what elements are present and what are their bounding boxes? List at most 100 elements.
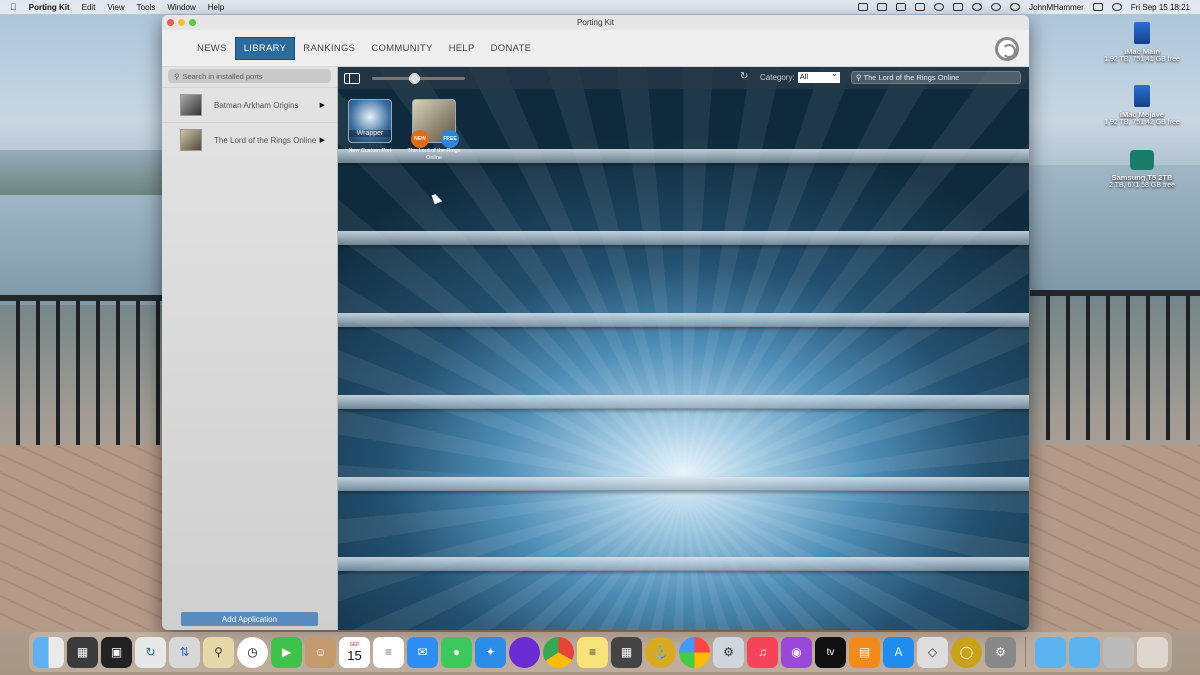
menu-user[interactable]: JohnMHammer [1029, 3, 1084, 12]
window-title: Porting Kit [577, 18, 614, 27]
menu-help[interactable]: Help [208, 3, 224, 12]
category-select[interactable]: All [797, 69, 840, 83]
drive-info: 1.92 TB, 751.41 GB free [1104, 56, 1180, 63]
dock-contacts-icon[interactable]: ☺ [305, 636, 336, 668]
port-name: Batman Arkham Origins [214, 100, 299, 110]
dock-books-icon[interactable]: ▤ [849, 636, 880, 668]
category-label: Category: [760, 73, 795, 82]
sidebar-toggle-icon[interactable] [344, 72, 360, 84]
shelf [338, 557, 1029, 571]
tab-news[interactable]: NEWS [189, 38, 235, 59]
dock: ▦ ▣ ↻ ⇅ ⚲ ◷ ▶ ☺ SEP 15 ≡ ✉ ● ✦ ≡ ▦ ⚓ ⚙ ♫… [29, 632, 1172, 672]
library-item-lotro[interactable]: NEW FREE The Lord of the Rings Online [404, 99, 464, 161]
dock-porting-kit-icon[interactable]: ↻ [135, 636, 166, 668]
dock-messages-icon[interactable]: ● [441, 636, 472, 668]
shelf [338, 477, 1029, 491]
dock-app-store-icon[interactable]: A [883, 636, 914, 668]
drive-icon [1134, 85, 1150, 107]
shelf [338, 231, 1029, 245]
sidebar-search-input[interactable]: ⚲ Search in installed ports [168, 69, 331, 83]
desktop-drive-samsung[interactable]: Samsung T5 2TB 2 TB, 671.58 GB free [1097, 150, 1187, 189]
menu-edit[interactable]: Edit [82, 3, 96, 12]
port-item-lotro[interactable]: The Lord of the Rings Online ▶ [162, 122, 337, 157]
desktop-drive-imac-main[interactable]: iMac Main 1.92 TB, 751.41 GB free [1097, 22, 1187, 63]
dock-facetime-icon[interactable]: ▶ [271, 636, 302, 668]
wifi-icon[interactable] [1010, 3, 1021, 11]
dock-preview-icon[interactable]: ⚲ [203, 636, 234, 668]
menu-window[interactable]: Window [167, 3, 195, 12]
installed-ports-sidebar: ⚲ Search in installed ports Batman Arkha… [162, 67, 338, 630]
dock-launchpad-icon[interactable]: ▦ [67, 636, 98, 668]
dock-system-preferences-icon[interactable]: ⚙ [985, 636, 1016, 668]
dock-screenshot-stack-icon[interactable] [1103, 636, 1134, 668]
dock-podcasts-icon[interactable]: ◉ [781, 636, 812, 668]
game-art-icon: NEW FREE [411, 99, 459, 148]
time-machine-icon[interactable] [972, 3, 983, 11]
add-application-button[interactable]: Add Application [181, 612, 318, 626]
desktop-water [0, 195, 162, 305]
dock-disk-utility-icon[interactable]: ⚙ [713, 636, 744, 668]
dock-mail-icon[interactable]: ✉ [407, 636, 438, 668]
play-arrow-icon[interactable]: ▶ [320, 136, 325, 144]
siri-icon[interactable] [1111, 3, 1122, 11]
tab-library[interactable]: LIBRARY [234, 36, 296, 60]
close-window-button[interactable] [167, 19, 174, 26]
icon-size-slider[interactable] [372, 72, 465, 84]
dock-reminders-icon[interactable]: ≡ [373, 636, 404, 668]
porting-kit-logo-icon[interactable] [995, 37, 1019, 61]
minimize-window-button[interactable] [178, 19, 185, 26]
slider-knob[interactable] [408, 72, 420, 84]
screen-share-icon[interactable] [877, 3, 888, 11]
dock-migration-icon[interactable]: ⇅ [169, 636, 200, 668]
control-center-icon[interactable] [1092, 3, 1103, 11]
drive-name: iMac Main [1124, 47, 1160, 56]
dock-chrome-icon[interactable] [543, 636, 574, 668]
desktop-pavement [0, 445, 162, 630]
wrapper-art-label: Wrapper [349, 130, 391, 137]
dock-sketch-icon[interactable]: ◇ [917, 636, 948, 668]
dock-mission-control-icon[interactable]: ▣ [101, 636, 132, 668]
sidebar-search-placeholder: Search in installed ports [182, 71, 263, 81]
dock-trash-icon[interactable] [1137, 636, 1168, 668]
dropbox-icon[interactable] [858, 3, 869, 11]
dock-calculator-icon[interactable]: ▦ [611, 636, 642, 668]
dock-archive-icon[interactable]: ⚓ [645, 636, 676, 668]
desktop-drive-imac-mojave[interactable]: iMac Mojave 1.92 TB, 751.42 GB free [1097, 85, 1187, 126]
dock-calendar-icon[interactable]: SEP 15 [339, 636, 370, 668]
tab-help[interactable]: HELP [441, 38, 483, 59]
menu-app-name[interactable]: Porting Kit [29, 3, 70, 12]
tab-rankings[interactable]: RANKINGS [295, 38, 363, 59]
menu-view[interactable]: View [107, 3, 124, 12]
dock-clock-icon[interactable]: ◷ [237, 636, 268, 668]
apple-menu-icon[interactable]:  [10, 2, 17, 12]
dock-finder-icon[interactable] [33, 636, 64, 668]
tab-donate[interactable]: DONATE [483, 38, 540, 59]
dock-notes-icon[interactable]: ≡ [577, 636, 608, 668]
port-thumbnail [180, 94, 202, 116]
dock-downloads-folder-icon[interactable] [1069, 636, 1100, 668]
gamepad-icon[interactable] [915, 3, 926, 11]
dock-folder-icon[interactable] [1035, 636, 1066, 668]
dock-tv-icon[interactable]: tv [815, 636, 846, 668]
mouse-cursor-icon [431, 192, 443, 205]
dock-separator [1025, 637, 1026, 667]
dock-ring-icon[interactable]: ◯ [951, 636, 982, 668]
camera-icon[interactable] [953, 3, 964, 11]
menu-clock[interactable]: Fri Sep 15 18:21 [1131, 3, 1190, 12]
dock-photos-icon[interactable] [679, 636, 710, 668]
bluetooth-icon[interactable] [991, 3, 1002, 11]
dock-music-icon[interactable]: ♫ [747, 636, 778, 668]
dock-safari-icon[interactable]: ✦ [475, 636, 506, 668]
headphones-icon[interactable] [934, 3, 945, 11]
dock-firefox-icon[interactable] [509, 636, 540, 668]
port-item-batman[interactable]: Batman Arkham Origins ▶ [162, 87, 337, 122]
library-item-new-custom-port[interactable]: Wrapper New Custom Port [340, 99, 400, 155]
display-icon[interactable] [896, 3, 907, 11]
menu-tools[interactable]: Tools [137, 3, 156, 12]
play-arrow-icon[interactable]: ▶ [320, 101, 325, 109]
refresh-icon[interactable]: ↻ [740, 71, 748, 82]
tab-community[interactable]: COMMUNITY [363, 38, 440, 59]
library-search-input[interactable]: ⚲ The Lord of the Rings Online [851, 71, 1021, 84]
title-bar[interactable]: Porting Kit [162, 15, 1029, 30]
zoom-window-button[interactable] [189, 19, 196, 26]
